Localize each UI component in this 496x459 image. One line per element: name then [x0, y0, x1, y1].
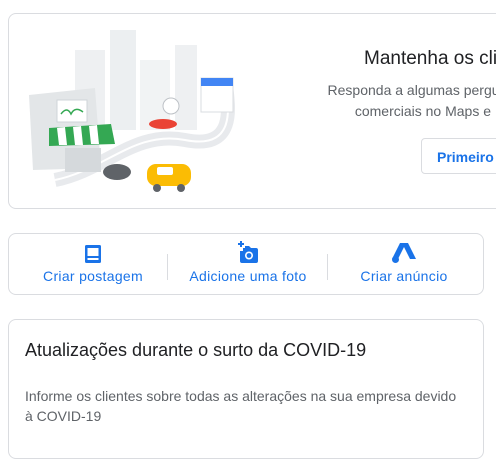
covid-description: Informe os clientes sobre todas as alter…	[25, 388, 457, 424]
primary-action-button[interactable]: Primeiro	[421, 138, 496, 174]
create-post-button[interactable]: Criar postagem	[17, 234, 169, 294]
divider	[327, 254, 328, 280]
covid-updates-card: Atualizações durante o surto da COVID-19…	[8, 319, 484, 459]
add-photo-icon	[238, 241, 258, 263]
quick-actions-bar: Criar postagem Adicione uma foto Criar a…	[8, 233, 484, 295]
promo-description: Responda a algumas pergunta comerciais n…	[279, 80, 496, 122]
create-ad-label: Criar anúncio	[360, 268, 448, 284]
covid-title: Atualizações durante o surto da COVID-19	[25, 340, 367, 360]
post-icon	[85, 245, 101, 263]
promo-card: Mantenha os clie Responda a algumas perg…	[8, 13, 496, 209]
create-post-label: Criar postagem	[43, 268, 143, 284]
promo-title: Mantenha os clie	[364, 48, 496, 69]
add-photo-label: Adicione uma foto	[189, 268, 307, 284]
promo-description-line: Responda a algumas pergunta	[327, 82, 496, 98]
add-photo-button[interactable]: Adicione uma foto	[173, 234, 323, 294]
business-illustration	[29, 30, 235, 192]
create-ad-button[interactable]: Criar anúncio	[329, 234, 479, 294]
promo-description-line: comerciais no Maps e	[354, 103, 491, 119]
divider	[167, 254, 168, 280]
google-ads-icon	[392, 243, 416, 263]
